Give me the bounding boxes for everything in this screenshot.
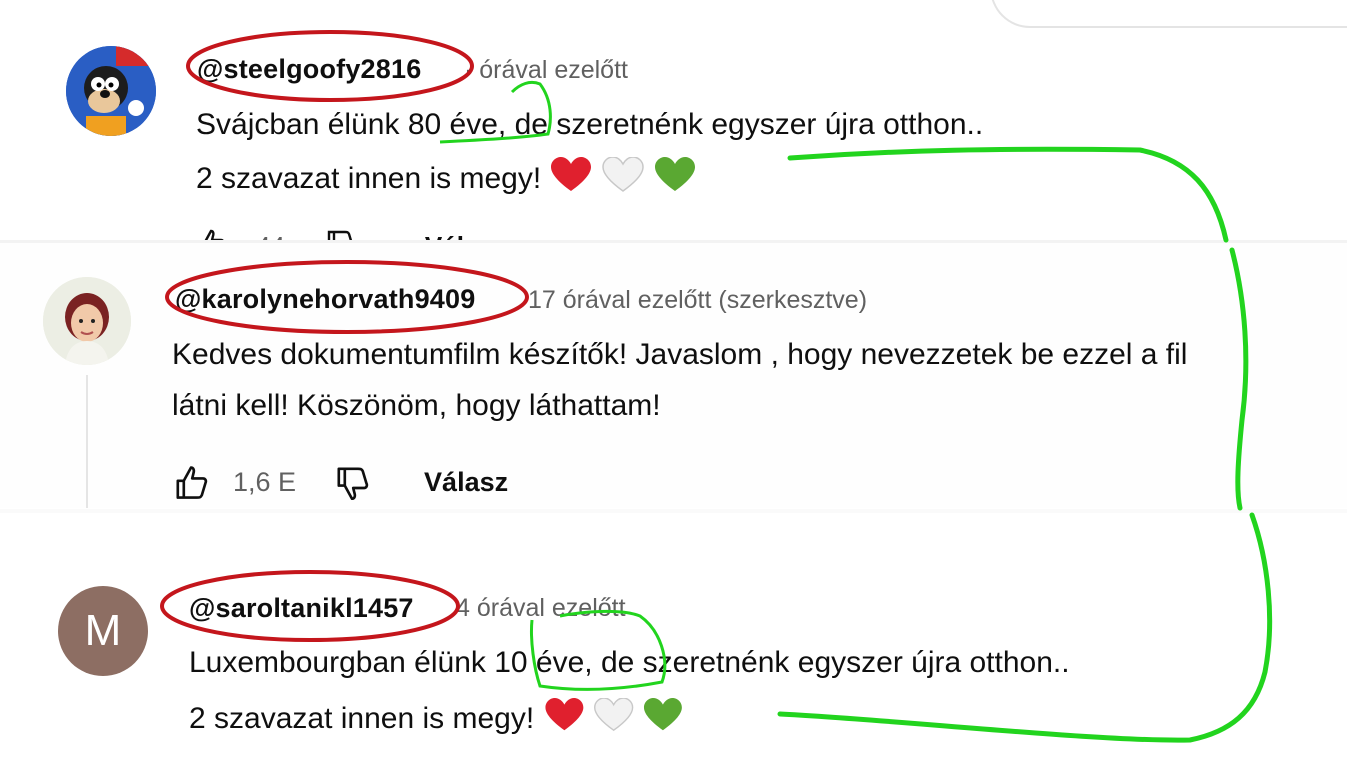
heart-white-icon [594, 697, 634, 732]
timestamp-text: órával ezelőtt [479, 56, 628, 84]
comment-text-line-1: Luxembourgban élünk 10 éve, de szeretnén… [189, 646, 1070, 680]
comment-text-part: Luxembourgban élünk [189, 646, 495, 679]
screenshot-collage: @steelgoofy2816 · órával ezelőtt Svájc… [0, 0, 1347, 758]
dislike-icon[interactable] [334, 464, 370, 501]
avatar-letter: M [84, 606, 122, 655]
thread-line [86, 375, 88, 508]
avatar-steelgoofy[interactable] [66, 46, 156, 136]
comment-author-handle[interactable]: @steelgoofy2816 [197, 54, 421, 85]
comment-text-line-2: 2 szavazat innen is megy! [189, 697, 689, 742]
comment-text-part: Svájcban élünk [196, 108, 408, 141]
comment-author-handle[interactable]: @saroltanikl1457 [189, 593, 414, 624]
comment-actions: 1,6 E Válasz [173, 461, 508, 503]
comment-panel-2: @karolynehorvath9409 17 órával ezelőtt (… [0, 243, 1347, 508]
heart-red-icon [545, 698, 584, 731]
reply-button[interactable]: Válasz [424, 467, 508, 498]
comment-text-part: de szeretnénk egyszer újra otthon.. [592, 646, 1070, 679]
like-count: 1,6 E [233, 466, 297, 497]
comment-timestamp[interactable]: 4 órával ezelőtt [456, 594, 626, 623]
heart-red-icon [551, 157, 592, 191]
previous-comment-edge [990, 0, 1347, 28]
comment-text-line-1: Svájcban élünk 80 éve, de szeretnénk egy… [196, 108, 983, 142]
comment-panel-1: @steelgoofy2816 · órával ezelőtt Svájc… [0, 0, 1347, 242]
comment-timestamp[interactable]: 17 órával ezelőtt (szerkesztve) [528, 286, 867, 315]
like-icon[interactable] [173, 464, 209, 500]
comment-text-part: 2 szavazat innen is megy! [196, 161, 542, 195]
comment-highlight: 10 éve, [494, 646, 593, 679]
comment-text-line-2: látni kell! Köszönöm, hogy láthattam! [172, 389, 661, 422]
comment-text-line-2: 2 szavazat innen is megy! [196, 156, 701, 203]
avatar-saroltanikl[interactable]: M [58, 586, 148, 676]
comment-text-part: de szeretnénk egyszer újra otthon.. [506, 108, 984, 141]
emoji-hearts [551, 156, 701, 203]
comment-author-handle[interactable]: @karolynehorvath9409 [175, 284, 475, 315]
comment-timestamp[interactable]: · órával ezelőtt [464, 56, 628, 85]
heart-green-icon [655, 157, 696, 191]
avatar-karolynehorvath[interactable] [43, 277, 131, 365]
comment-highlight: 80 éve, [407, 108, 507, 141]
heart-green-icon [644, 698, 683, 731]
timestamp-prefix: · [464, 56, 473, 84]
comment-text-part: 2 szavazat innen is megy! [189, 701, 535, 735]
comment-panel-3: M @saroltanikl1457 4 órával ezelőtt Luxe… [0, 513, 1347, 758]
emoji-hearts [544, 697, 689, 742]
comment-text-line-1: Kedves dokumentumfilm készítők! Javaslom… [172, 338, 1188, 371]
heart-white-icon [602, 156, 644, 192]
